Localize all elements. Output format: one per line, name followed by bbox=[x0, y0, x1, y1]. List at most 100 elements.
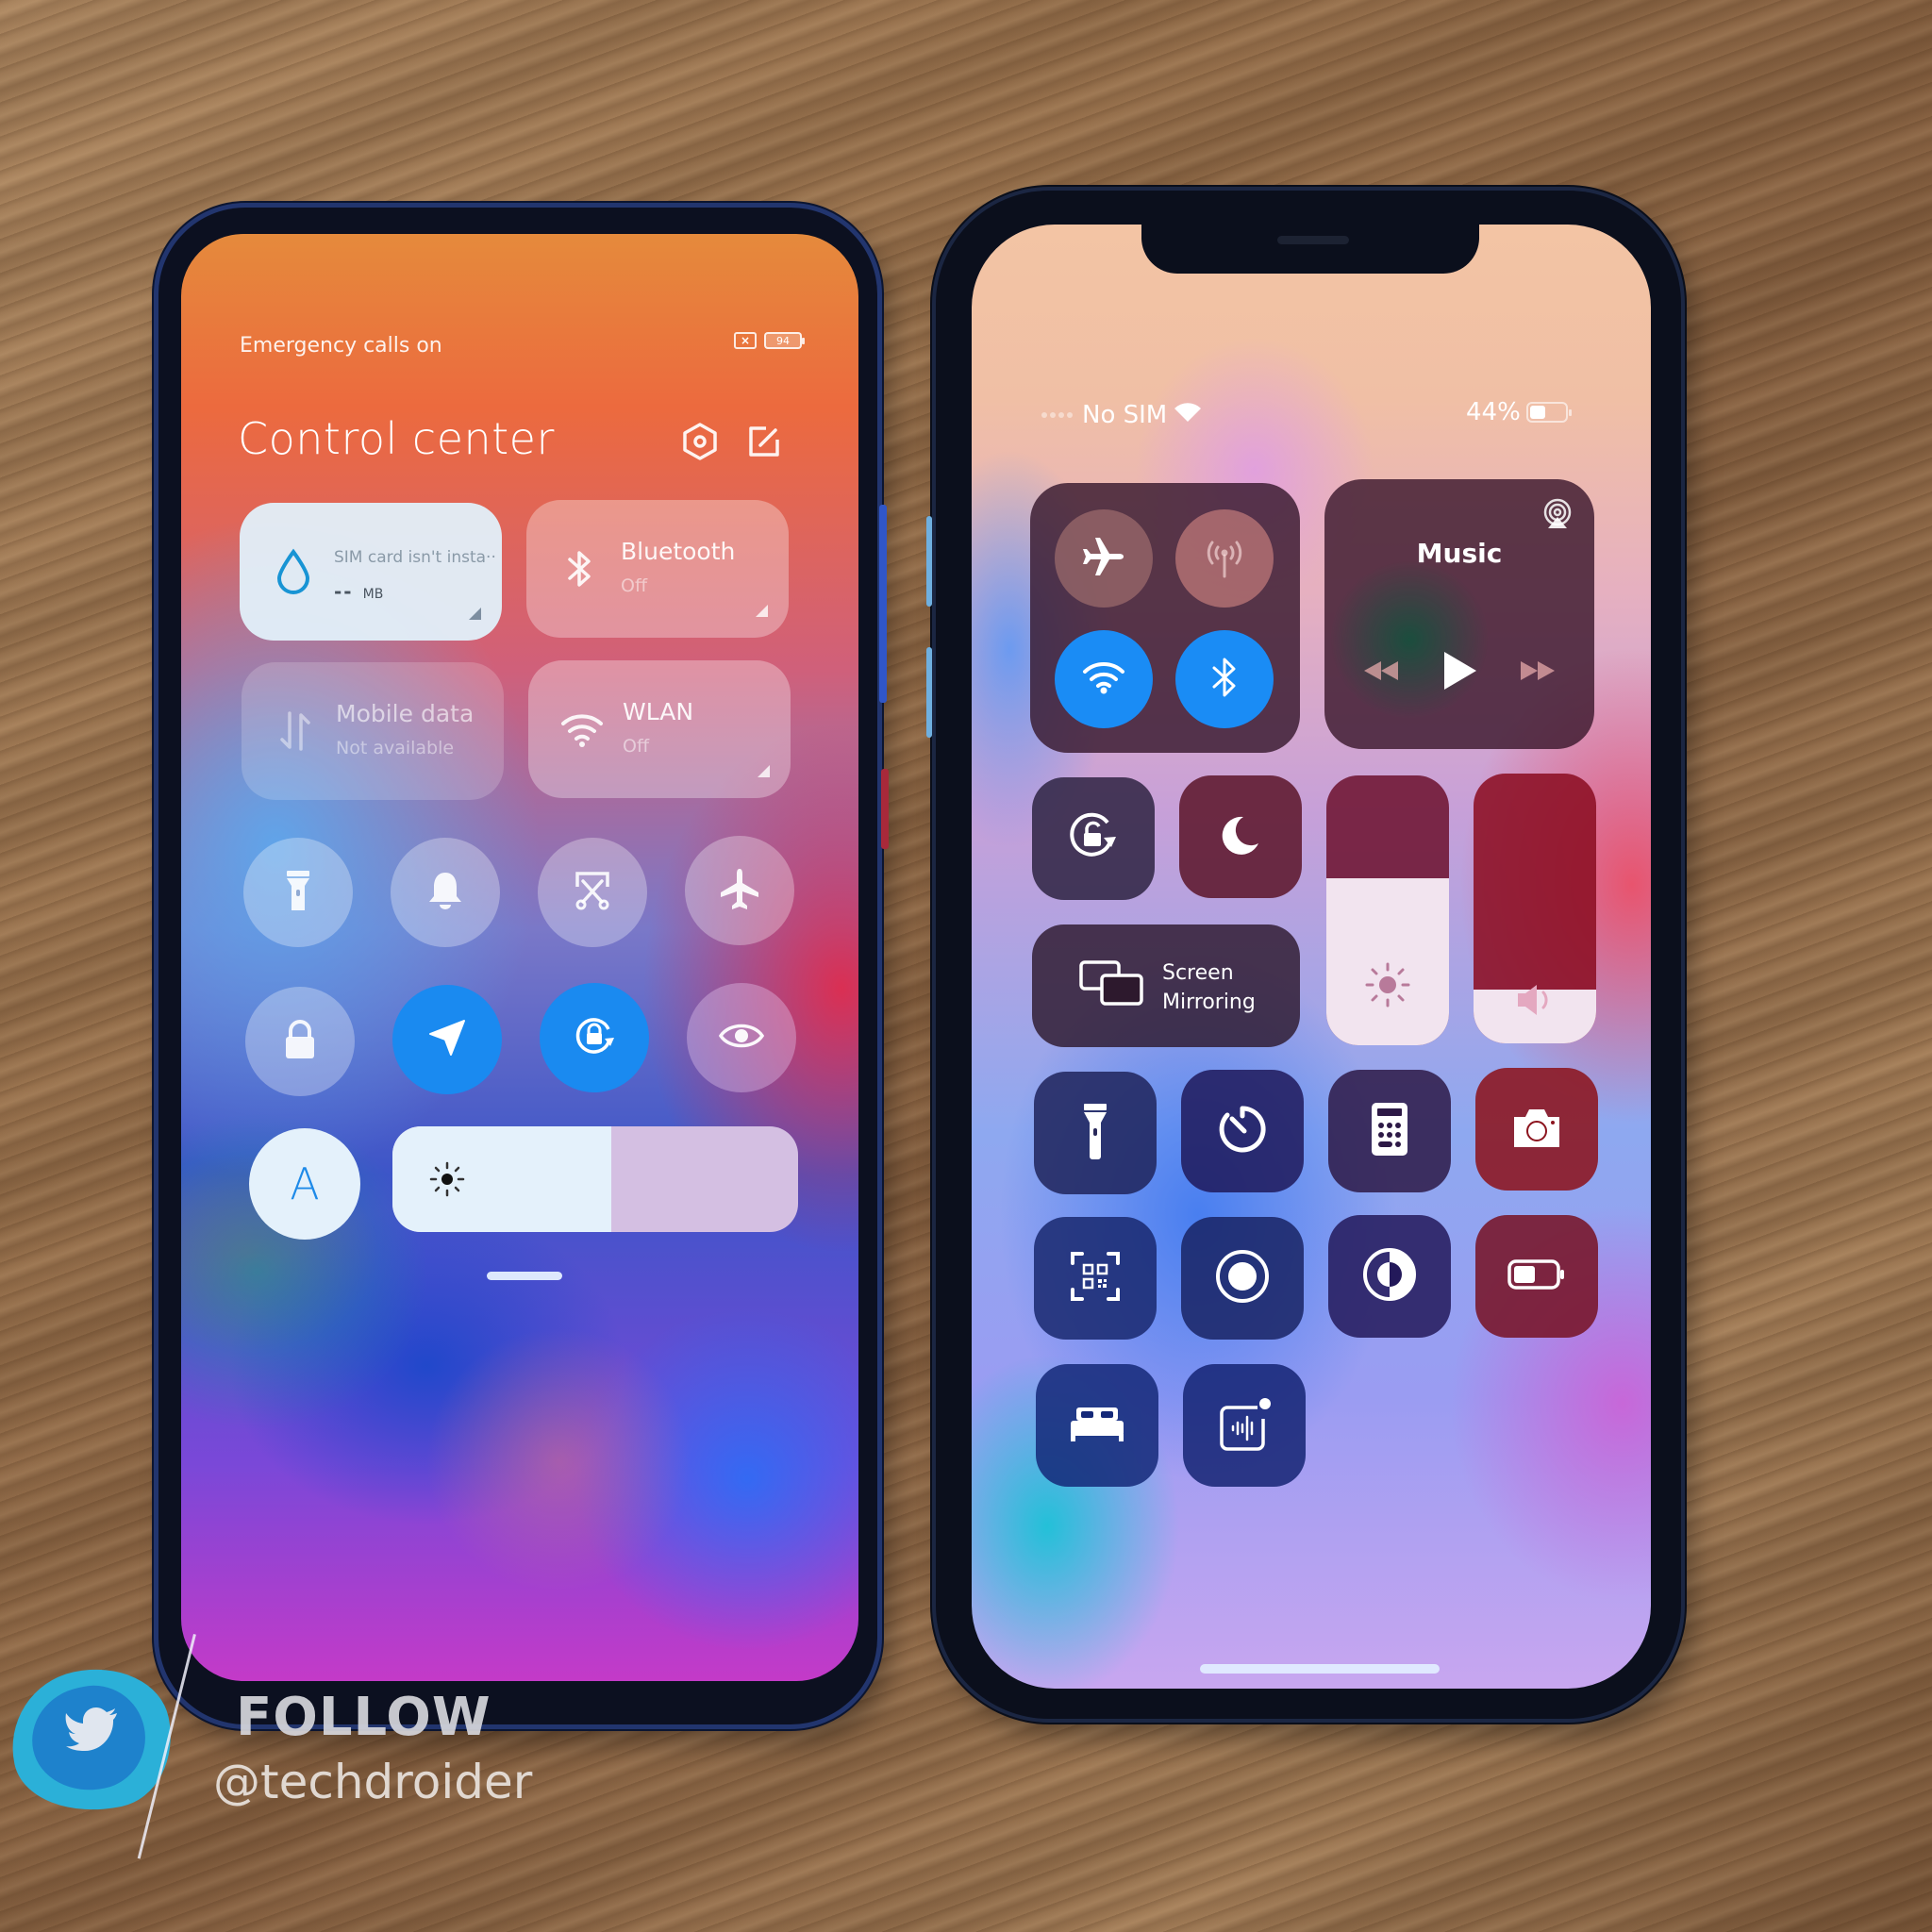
wlan-status: Off bbox=[623, 736, 650, 757]
dark-mode-icon bbox=[1361, 1246, 1418, 1307]
play-icon[interactable] bbox=[1441, 649, 1478, 696]
settings-icon[interactable] bbox=[681, 423, 719, 460]
brightness-slider[interactable] bbox=[392, 1126, 798, 1232]
data-usage-value: -- MB bbox=[334, 580, 384, 603]
iphone-status-right: 44% bbox=[1466, 398, 1572, 426]
drag-handle[interactable] bbox=[487, 1272, 562, 1280]
timer-icon bbox=[1216, 1103, 1269, 1159]
do-not-disturb-button[interactable] bbox=[1179, 775, 1302, 898]
iphone-volume-down-button bbox=[926, 647, 932, 738]
xiaomi-power-button bbox=[881, 769, 889, 849]
volume-slider[interactable] bbox=[1474, 774, 1596, 1043]
bluetooth-tile[interactable]: Bluetooth Off bbox=[526, 500, 789, 638]
airplane-icon bbox=[719, 867, 760, 914]
camera-button[interactable] bbox=[1475, 1068, 1598, 1191]
reading-mode-toggle[interactable] bbox=[687, 983, 796, 1092]
iphone-status-left: No SIM bbox=[1041, 400, 1203, 429]
bluetooth-status: Off bbox=[621, 575, 648, 596]
low-power-mode-button[interactable] bbox=[1475, 1215, 1598, 1338]
rotation-lock-toggle[interactable] bbox=[540, 983, 649, 1092]
mobile-data-tile[interactable]: Mobile data Not available bbox=[242, 662, 504, 800]
wlan-label: WLAN bbox=[623, 698, 694, 725]
connectivity-module[interactable] bbox=[1030, 483, 1300, 753]
antenna-icon bbox=[1203, 535, 1246, 582]
timer-button[interactable] bbox=[1181, 1070, 1304, 1192]
wifi-status-icon bbox=[1173, 400, 1203, 429]
battery-percent: 44% bbox=[1466, 398, 1521, 426]
watermark-handle: @techdroider bbox=[213, 1755, 533, 1809]
wifi-icon bbox=[558, 706, 606, 753]
camera-icon bbox=[1510, 1106, 1563, 1153]
battery-icon bbox=[1507, 1258, 1567, 1294]
water-drop-icon bbox=[270, 548, 317, 595]
eye-icon bbox=[718, 1020, 765, 1056]
bell-icon bbox=[426, 870, 464, 915]
airplay-audio-icon[interactable] bbox=[1541, 498, 1574, 534]
airplane-icon bbox=[1082, 536, 1125, 581]
auto-brightness-button[interactable]: A bbox=[249, 1128, 360, 1240]
airplane-mode-toggle[interactable] bbox=[685, 836, 794, 945]
flashlight-icon bbox=[1080, 1102, 1110, 1164]
qr-scanner-button[interactable] bbox=[1034, 1217, 1157, 1340]
cellular-data-toggle[interactable] bbox=[1175, 509, 1274, 608]
airplane-mode-toggle[interactable] bbox=[1055, 509, 1153, 608]
home-indicator[interactable] bbox=[1200, 1664, 1440, 1674]
xiaomi-volume-button bbox=[879, 505, 887, 703]
signal-dots-icon bbox=[1041, 411, 1073, 418]
battery-icon: 94 bbox=[764, 332, 805, 349]
no-sim-icon: × bbox=[734, 332, 757, 349]
scissors-icon bbox=[572, 870, 613, 915]
calculator-button[interactable] bbox=[1328, 1070, 1451, 1192]
dark-mode-button[interactable] bbox=[1328, 1215, 1451, 1338]
brightness-slider-fill bbox=[392, 1126, 612, 1232]
wlan-tile[interactable]: WLAN Off bbox=[528, 660, 791, 798]
bluetooth-toggle[interactable] bbox=[1175, 630, 1274, 728]
playback-controls bbox=[1324, 649, 1594, 696]
calculator-icon bbox=[1370, 1101, 1409, 1161]
mobile-data-status: Not available bbox=[336, 738, 455, 758]
wifi-icon bbox=[1082, 660, 1125, 698]
iphone-notch bbox=[1141, 225, 1479, 274]
screen-recording-button[interactable] bbox=[1181, 1217, 1304, 1340]
brightness-slider[interactable] bbox=[1326, 775, 1449, 1045]
flashlight-toggle[interactable] bbox=[243, 838, 353, 947]
edit-icon[interactable] bbox=[745, 423, 783, 460]
sound-recognition-button[interactable] bbox=[1183, 1364, 1306, 1487]
rewind-icon[interactable] bbox=[1361, 658, 1401, 687]
rotation-lock-icon bbox=[571, 1012, 618, 1063]
battery-level: 94 bbox=[776, 334, 790, 347]
bluetooth-icon bbox=[1210, 655, 1239, 704]
screen-mirroring-icon bbox=[1079, 960, 1145, 1011]
music-title: Music bbox=[1416, 538, 1503, 569]
data-usage-tile[interactable]: SIM card isn't insta·· -- MB bbox=[240, 503, 502, 641]
bluetooth-label: Bluetooth bbox=[621, 538, 736, 565]
twitter-bird-icon bbox=[64, 1706, 121, 1757]
expand-corner-icon bbox=[756, 605, 768, 617]
orientation-lock-button[interactable] bbox=[1032, 777, 1155, 900]
lock-icon bbox=[282, 1019, 318, 1064]
sleep-mode-button[interactable] bbox=[1036, 1364, 1158, 1487]
ringer-toggle[interactable] bbox=[391, 838, 500, 947]
battery-level-fill bbox=[1529, 406, 1545, 419]
flashlight-button[interactable] bbox=[1034, 1072, 1157, 1194]
fast-forward-icon[interactable] bbox=[1518, 658, 1557, 687]
mobile-data-icon bbox=[272, 708, 319, 755]
sound-recognition-icon bbox=[1214, 1394, 1274, 1457]
sun-icon bbox=[1326, 960, 1449, 1009]
screenshot-toggle[interactable] bbox=[538, 838, 647, 947]
iphone-earpiece bbox=[1277, 236, 1349, 244]
battery-icon bbox=[1525, 402, 1572, 423]
music-module[interactable]: Music bbox=[1324, 479, 1594, 749]
watermark-follow-text: FOLLOW bbox=[236, 1687, 491, 1748]
screen-mirroring-button[interactable]: Screen Mirroring bbox=[1032, 924, 1300, 1047]
moon-icon bbox=[1219, 813, 1262, 860]
mobile-data-label: Mobile data bbox=[336, 700, 475, 727]
location-toggle[interactable] bbox=[392, 985, 502, 1094]
sun-icon bbox=[428, 1160, 466, 1202]
speaker-icon bbox=[1474, 981, 1596, 1019]
location-arrow-icon bbox=[426, 1017, 468, 1062]
data-usage-label: SIM card isn't insta·· bbox=[334, 548, 496, 567]
lock-screen-toggle[interactable] bbox=[245, 987, 355, 1096]
wifi-toggle[interactable] bbox=[1055, 630, 1153, 728]
record-icon bbox=[1214, 1248, 1271, 1308]
